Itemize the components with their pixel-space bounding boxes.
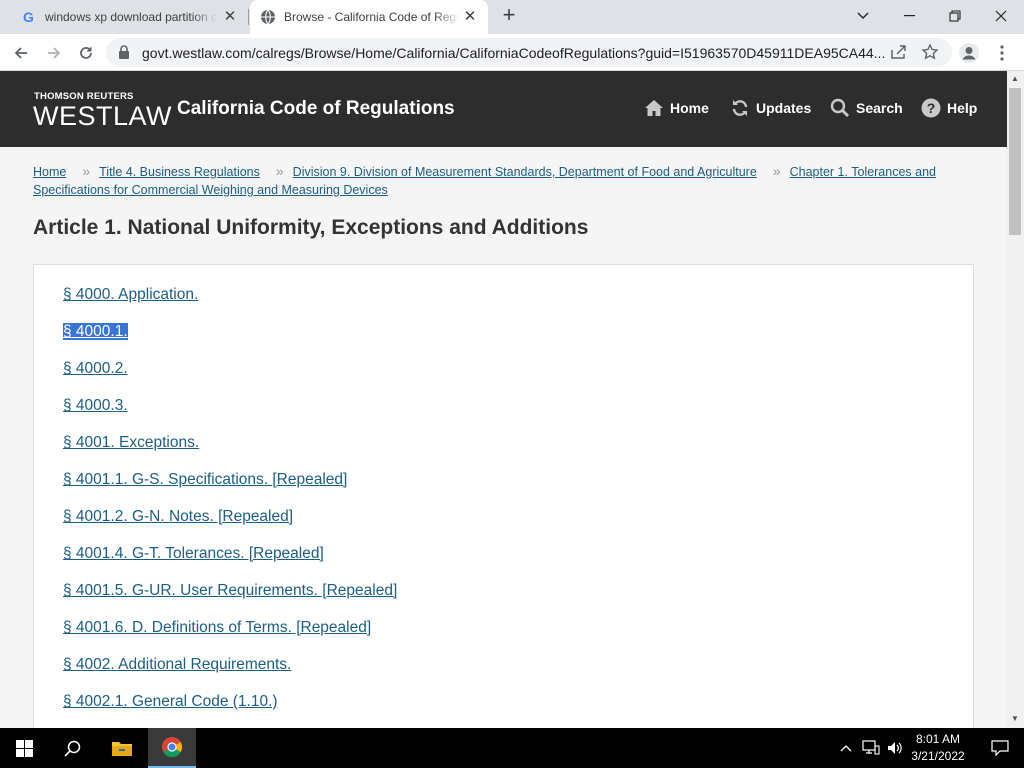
nav-updates-label: Updates [756,100,812,116]
taskbar: 8:01 AM 3/21/2022 [0,728,1024,768]
file-explorer-taskbar-icon[interactable] [98,728,146,768]
breadcrumb-separator-icon: » [82,163,91,179]
refresh-icon [730,98,750,118]
chrome-taskbar-icon[interactable] [148,728,196,768]
section-link[interactable]: § 4001.6. D. Definitions of Terms. [Repe… [63,619,371,636]
close-tab-icon[interactable]: ✕ [462,9,478,25]
section-link[interactable]: § 4001.5. G-UR. User Requirements. [Repe… [63,582,397,599]
list-item: § 4002.1. General Code (1.10.) [63,692,397,728]
start-button[interactable] [0,728,48,768]
show-hidden-icons-chevron-icon[interactable] [836,728,856,768]
close-window-button[interactable] [978,0,1024,32]
section-link[interactable]: § 4000.3. [63,397,128,414]
lock-icon[interactable] [118,45,130,64]
list-item: § 4001.1. G-S. Specifications. [Repealed… [63,470,397,507]
google-icon: G [21,9,37,25]
tab-divider [248,9,249,25]
svg-text:?: ? [927,100,936,116]
nav-search-label: Search [856,100,903,116]
network-icon[interactable] [860,728,882,768]
volume-icon[interactable] [884,728,906,768]
nav-search[interactable]: Search [830,97,903,119]
list-item: § 4001.5. G-UR. User Requirements. [Repe… [63,581,397,618]
list-item: § 4000.3. [63,396,397,433]
profile-avatar-icon[interactable] [957,41,981,65]
clock-date: 3/21/2022 [911,749,965,763]
scroll-down-arrow-icon[interactable]: ▼ [1011,714,1019,723]
scroll-up-arrow-icon[interactable]: ▲ [1011,74,1019,83]
nav-help[interactable]: ? Help [921,97,977,119]
breadcrumb-separator-icon: » [772,163,781,179]
browser-toolbar: govt.westlaw.com/calregs/Browse/Home/Cal… [0,34,1024,71]
section-link[interactable]: § 4002. Additional Requirements. [63,656,291,673]
breadcrumb-link-division[interactable]: Division 9. Division of Measurement Stan… [293,165,757,179]
section-link[interactable]: § 4001.4. G-T. Tolerances. [Repealed] [63,545,324,562]
section-link[interactable]: § 4002.1. General Code (1.10.) [63,693,278,710]
nav-home[interactable]: Home [644,97,709,119]
help-icon: ? [921,98,941,118]
nav-help-label: Help [947,100,978,116]
close-tab-icon[interactable]: ✕ [222,9,238,25]
notification-icon [991,740,1009,756]
page-viewport: THOMSON REUTERS WESTLAW California Code … [0,71,1007,728]
scrollbar-thumb[interactable] [1009,88,1021,235]
section-link[interactable]: § 4001. Exceptions. [63,434,199,451]
tab-title: windows xp download partition cr [45,10,217,24]
share-icon[interactable] [889,43,907,66]
list-item: § 4000.2. [63,359,397,396]
westlaw-logo[interactable]: WESTLAW [33,101,172,132]
list-item: § 4000. Application. [63,285,397,322]
windows-logo-icon [15,739,33,757]
list-item: § 4002. Additional Requirements. [63,655,397,692]
section-link[interactable]: § 4000.2. [63,360,128,377]
back-button[interactable] [9,41,33,65]
address-bar[interactable]: govt.westlaw.com/calregs/Browse/Home/Cal… [106,38,952,67]
breadcrumb-link-title[interactable]: Title 4. Business Regulations [99,165,260,179]
search-icon [63,740,80,757]
browser-tab-strip: G windows xp download partition cr ✕ Bro… [0,0,1024,34]
page-scrollbar[interactable]: ▲ ▼ [1007,71,1024,728]
list-item: § 4001. Exceptions. [63,433,397,470]
breadcrumb: Home » Title 4. Business Regulations » Divis… [33,162,973,199]
breadcrumb-link-home[interactable]: Home [33,165,66,179]
list-item: § 4001.2. G-N. Notes. [Repealed] [63,507,397,544]
tab-title: Browse - California Code of Regulations [284,10,460,24]
notification-center-button[interactable] [976,728,1024,768]
section-link[interactable]: § 4000. Application. [63,286,198,303]
breadcrumb-separator-icon: » [275,163,284,179]
system-clock[interactable]: 8:01 AM 3/21/2022 [908,731,968,765]
url-text[interactable]: govt.westlaw.com/calregs/Browse/Home/Cal… [142,45,887,61]
nav-home-label: Home [670,100,709,116]
page-title: Article 1. National Uniformity, Exceptio… [33,216,589,239]
section-link[interactable]: § 4001.1. G-S. Specifications. [Repealed… [63,471,347,488]
globe-icon [260,9,276,25]
svg-text:G: G [23,9,34,25]
browser-menu-icon[interactable] [990,41,1014,65]
search-icon [830,98,850,118]
section-link-selected[interactable]: § 4000.1. [63,323,128,340]
tab-search-icon[interactable] [840,0,886,32]
list-item: § 4001.4. G-T. Tolerances. [Repealed] [63,544,397,581]
new-tab-button[interactable]: + [498,4,520,27]
minimize-button[interactable] [886,0,932,32]
taskbar-search-button[interactable] [48,728,96,768]
list-item: § 4001.6. D. Definitions of Terms. [Repe… [63,618,397,655]
reload-button[interactable] [74,41,98,65]
bookmark-star-icon[interactable] [921,43,939,66]
site-title[interactable]: California Code of Regulations [177,98,455,120]
home-icon [644,98,664,118]
restore-button[interactable] [932,0,978,32]
section-list: § 4000. Application. § 4000.1. § 4000.2.… [63,285,397,728]
browser-tab-google-search[interactable]: G windows xp download partition cr ✕ [0,0,248,34]
site-header: THOMSON REUTERS WESTLAW California Code … [0,71,1007,147]
clock-time: 8:01 AM [915,732,961,746]
forward-button[interactable] [42,41,66,65]
list-item: § 4000.1. [63,322,397,359]
nav-updates[interactable]: Updates [730,97,811,119]
browser-tab-westlaw[interactable]: Browse - California Code of Regulations … [250,0,488,34]
section-link[interactable]: § 4001.2. G-N. Notes. [Repealed] [63,508,293,525]
section-list-panel: § 4000. Application. § 4000.1. § 4000.2.… [33,264,974,728]
